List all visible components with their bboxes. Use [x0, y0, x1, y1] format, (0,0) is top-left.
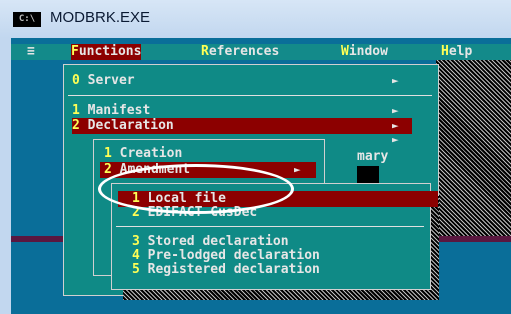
- menu-bar: ≡ Functions References Window Help: [11, 44, 511, 60]
- menu-item-creation[interactable]: 1 Creation: [104, 146, 182, 162]
- item-number: 5: [132, 262, 140, 277]
- menu-window[interactable]: Window: [341, 44, 388, 60]
- submenu-arrow-icon: ►: [392, 104, 399, 117]
- separator: [116, 226, 424, 227]
- menu-label: indow: [348, 44, 388, 59]
- menu-item-declaration[interactable]: 2 Declaration: [72, 118, 412, 134]
- item-label: Pre-lodged declaration: [139, 248, 320, 263]
- item-label: Declaration: [79, 118, 174, 133]
- separator: [68, 95, 432, 96]
- submenu-arrow-icon: ►: [392, 74, 399, 87]
- item-label: Stored declaration: [139, 234, 289, 249]
- menu-help[interactable]: Help: [441, 44, 472, 60]
- background-pattern: [436, 60, 511, 238]
- item-number: 3: [132, 234, 140, 249]
- hotkey: F: [71, 44, 79, 59]
- submenu-arrow-icon: ►: [392, 133, 399, 146]
- window-title: MODBRK.EXE: [50, 9, 151, 26]
- menu-label: unctions: [78, 44, 142, 59]
- menu-label: elp: [448, 44, 473, 59]
- title-bar: C:\ MODBRK.EXE: [0, 0, 511, 38]
- menu-references[interactable]: References: [201, 44, 279, 60]
- item-number: 4: [132, 248, 140, 263]
- system-menu-icon[interactable]: ≡: [27, 44, 35, 60]
- menu-item-registered-declaration[interactable]: 5 Registered declaration: [132, 262, 320, 278]
- submenu-arrow-icon: ►: [294, 163, 301, 176]
- item-number: 1: [72, 103, 80, 118]
- item-number: 2: [104, 162, 112, 177]
- item-number: 2: [72, 118, 80, 133]
- submenu-arrow-icon: ►: [392, 119, 399, 132]
- item-label: Creation: [111, 146, 183, 161]
- menu-item-server[interactable]: 0 Server: [72, 73, 135, 89]
- console-icon[interactable]: C:\: [13, 12, 41, 27]
- item-number: 0: [72, 73, 80, 88]
- menu-item-manifest[interactable]: 1 Manifest: [72, 103, 150, 119]
- hotkey: H: [441, 44, 449, 59]
- background-text: mary: [357, 149, 389, 164]
- highlight-oval: [98, 164, 294, 214]
- app-window: C:\ MODBRK.EXE ≡ Functions References Wi…: [0, 0, 511, 314]
- menu-label: eferences: [208, 44, 280, 59]
- menu-functions[interactable]: Functions: [71, 44, 142, 60]
- item-label: Server: [79, 73, 135, 88]
- item-label: Registered declaration: [139, 262, 320, 277]
- item-number: 1: [104, 146, 112, 161]
- item-label: Manifest: [79, 103, 151, 118]
- hotkey: W: [341, 44, 349, 59]
- hotkey: R: [201, 44, 209, 59]
